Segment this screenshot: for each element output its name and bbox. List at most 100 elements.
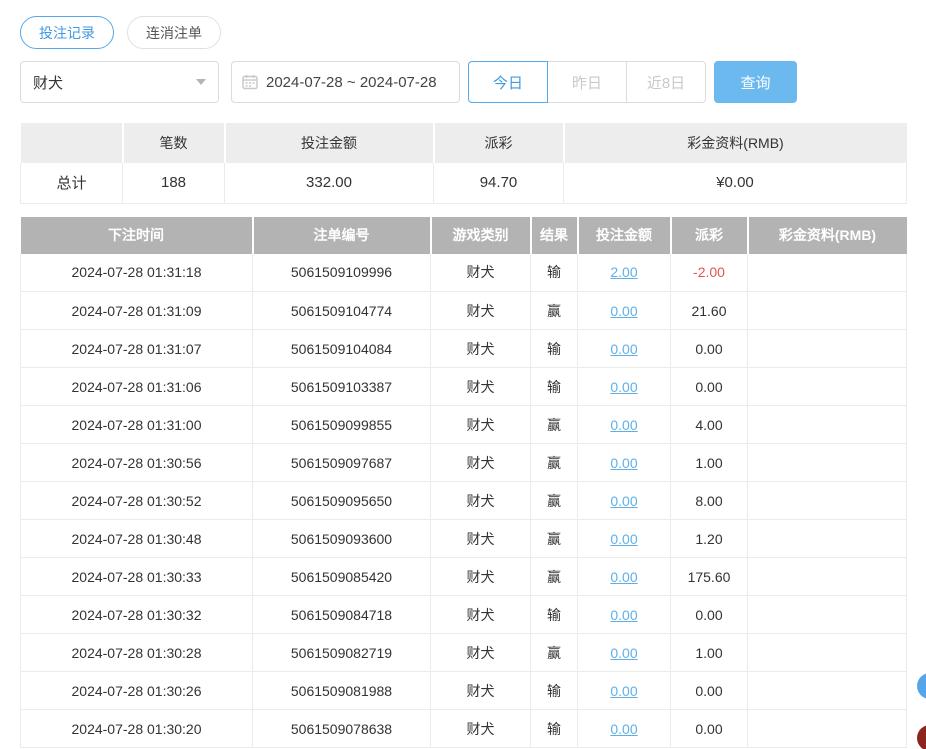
bet-amount-link[interactable]: 0.00 bbox=[610, 493, 637, 509]
cell-result: 输 bbox=[531, 254, 578, 292]
cell-result: 输 bbox=[531, 710, 578, 748]
bet-table-body: 2024-07-28 01:31:18 5061509109996 财犬 输 2… bbox=[21, 254, 907, 748]
bet-amount-link[interactable]: 0.00 bbox=[610, 721, 637, 737]
cell-bet-time: 2024-07-28 01:30:32 bbox=[21, 596, 253, 634]
bet-amount-link[interactable]: 0.00 bbox=[610, 683, 637, 699]
bet-table-row: 2024-07-28 01:30:33 5061509085420 财犬 赢 0… bbox=[21, 558, 907, 596]
cell-bonus bbox=[748, 634, 907, 672]
cell-bet-time: 2024-07-28 01:31:06 bbox=[21, 368, 253, 406]
cell-bonus bbox=[748, 520, 907, 558]
bet-amount-link[interactable]: 0.00 bbox=[610, 531, 637, 547]
bet-amount-link[interactable]: 0.00 bbox=[610, 607, 637, 623]
bet-table-row: 2024-07-28 01:30:20 5061509078638 财犬 输 0… bbox=[21, 710, 907, 748]
cell-result: 输 bbox=[531, 330, 578, 368]
cell-bet-time: 2024-07-28 01:30:20 bbox=[21, 710, 253, 748]
cell-bet-amount: 0.00 bbox=[578, 444, 671, 482]
cell-payout: 1.00 bbox=[671, 634, 748, 672]
cell-game-type: 财犬 bbox=[431, 330, 531, 368]
summary-table: 笔数 投注金额 派彩 彩金资料(RMB) 总计 188 332.00 94.70… bbox=[20, 123, 907, 204]
bet-amount-link[interactable]: 0.00 bbox=[610, 645, 637, 661]
bet-amount-link[interactable]: 0.00 bbox=[610, 417, 637, 433]
bet-table-row: 2024-07-28 01:31:07 5061509104084 财犬 输 0… bbox=[21, 330, 907, 368]
bet-amount-link[interactable]: 0.00 bbox=[610, 455, 637, 471]
cell-bet-id: 5061509085420 bbox=[253, 558, 431, 596]
floating-action-red-icon[interactable] bbox=[917, 725, 926, 749]
bet-table-row: 2024-07-28 01:31:06 5061509103387 财犬 输 0… bbox=[21, 368, 907, 406]
filter-bar: 财犬 2024-07-28 ~ 2024-07-28 今日 昨日 近8日 查询 bbox=[20, 61, 926, 103]
cell-game-type: 财犬 bbox=[431, 634, 531, 672]
header-bet-amount: 投注金额 bbox=[578, 217, 671, 254]
header-result: 结果 bbox=[531, 217, 578, 254]
cell-bet-amount: 0.00 bbox=[578, 710, 671, 748]
cell-payout: 1.20 bbox=[671, 520, 748, 558]
cell-game-type: 财犬 bbox=[431, 710, 531, 748]
cell-bet-id: 5061509084718 bbox=[253, 596, 431, 634]
summary-total-payout: 94.70 bbox=[434, 163, 564, 203]
quick-range-yesterday[interactable]: 昨日 bbox=[547, 61, 627, 103]
quick-range-group: 今日 昨日 近8日 bbox=[468, 61, 706, 103]
cell-bet-amount: 0.00 bbox=[578, 406, 671, 444]
cell-game-type: 财犬 bbox=[431, 254, 531, 292]
summary-total-count: 188 bbox=[123, 163, 225, 203]
header-bonus: 彩金资料(RMB) bbox=[748, 217, 907, 254]
quick-range-last8days[interactable]: 近8日 bbox=[626, 61, 706, 103]
cell-result: 赢 bbox=[531, 444, 578, 482]
summary-header-count: 笔数 bbox=[123, 123, 225, 163]
cell-bonus bbox=[748, 482, 907, 520]
cell-game-type: 财犬 bbox=[431, 558, 531, 596]
bet-amount-link[interactable]: 2.00 bbox=[610, 264, 637, 280]
cell-result: 输 bbox=[531, 596, 578, 634]
game-select[interactable]: 财犬 bbox=[20, 61, 219, 103]
cell-bonus bbox=[748, 596, 907, 634]
cell-bet-id: 5061509093600 bbox=[253, 520, 431, 558]
summary-header-blank bbox=[21, 123, 123, 163]
floating-action-blue-icon[interactable] bbox=[917, 673, 926, 699]
bet-table-row: 2024-07-28 01:31:18 5061509109996 财犬 输 2… bbox=[21, 254, 907, 292]
tab-bet-records[interactable]: 投注记录 bbox=[20, 16, 114, 49]
cell-payout: 0.00 bbox=[671, 596, 748, 634]
header-bet-id: 注单编号 bbox=[253, 217, 431, 254]
cell-game-type: 财犬 bbox=[431, 368, 531, 406]
cell-bet-time: 2024-07-28 01:31:18 bbox=[21, 254, 253, 292]
bet-amount-link[interactable]: 0.00 bbox=[610, 341, 637, 357]
cell-bet-time: 2024-07-28 01:31:00 bbox=[21, 406, 253, 444]
calendar-icon bbox=[242, 74, 258, 90]
search-button[interactable]: 查询 bbox=[714, 61, 797, 103]
bet-table-row: 2024-07-28 01:30:56 5061509097687 财犬 赢 0… bbox=[21, 444, 907, 482]
cell-game-type: 财犬 bbox=[431, 406, 531, 444]
cell-bet-id: 5061509109996 bbox=[253, 254, 431, 292]
date-range-input[interactable]: 2024-07-28 ~ 2024-07-28 bbox=[231, 61, 460, 103]
cell-result: 赢 bbox=[531, 634, 578, 672]
bet-table-row: 2024-07-28 01:30:48 5061509093600 财犬 赢 0… bbox=[21, 520, 907, 558]
cell-bonus bbox=[748, 558, 907, 596]
cell-bet-amount: 0.00 bbox=[578, 672, 671, 710]
betting-records-page: 投注记录 连消注单 财犬 2024-07-28 ~ 2024-07-28 今日 … bbox=[0, 0, 926, 749]
quick-range-today[interactable]: 今日 bbox=[468, 61, 548, 103]
top-tabs: 投注记录 连消注单 bbox=[0, 0, 926, 49]
cell-bet-id: 5061509097687 bbox=[253, 444, 431, 482]
summary-header-payout: 派彩 bbox=[434, 123, 564, 163]
tab-cancelled-bets[interactable]: 连消注单 bbox=[127, 16, 221, 49]
bet-amount-link[interactable]: 0.00 bbox=[610, 379, 637, 395]
date-range-value: 2024-07-28 ~ 2024-07-28 bbox=[266, 74, 437, 91]
bet-amount-link[interactable]: 0.00 bbox=[610, 569, 637, 585]
cell-result: 赢 bbox=[531, 482, 578, 520]
summary-total-row: 总计 188 332.00 94.70 ¥0.00 bbox=[21, 163, 907, 203]
cell-bet-id: 5061509103387 bbox=[253, 368, 431, 406]
cell-bonus bbox=[748, 368, 907, 406]
cell-payout: 4.00 bbox=[671, 406, 748, 444]
cell-game-type: 财犬 bbox=[431, 482, 531, 520]
cell-payout: 0.00 bbox=[671, 672, 748, 710]
cell-result: 赢 bbox=[531, 520, 578, 558]
bet-table-header-row: 下注时间 注单编号 游戏类别 结果 投注金额 派彩 彩金资料(RMB) bbox=[21, 217, 907, 254]
cell-payout: 175.60 bbox=[671, 558, 748, 596]
cell-bet-amount: 0.00 bbox=[578, 330, 671, 368]
cell-bet-amount: 0.00 bbox=[578, 558, 671, 596]
cell-bet-id: 5061509099855 bbox=[253, 406, 431, 444]
cell-bet-amount: 0.00 bbox=[578, 368, 671, 406]
cell-game-type: 财犬 bbox=[431, 444, 531, 482]
cell-bonus bbox=[748, 292, 907, 330]
cell-bet-id: 5061509081988 bbox=[253, 672, 431, 710]
bet-amount-link[interactable]: 0.00 bbox=[610, 303, 637, 319]
cell-result: 赢 bbox=[531, 558, 578, 596]
